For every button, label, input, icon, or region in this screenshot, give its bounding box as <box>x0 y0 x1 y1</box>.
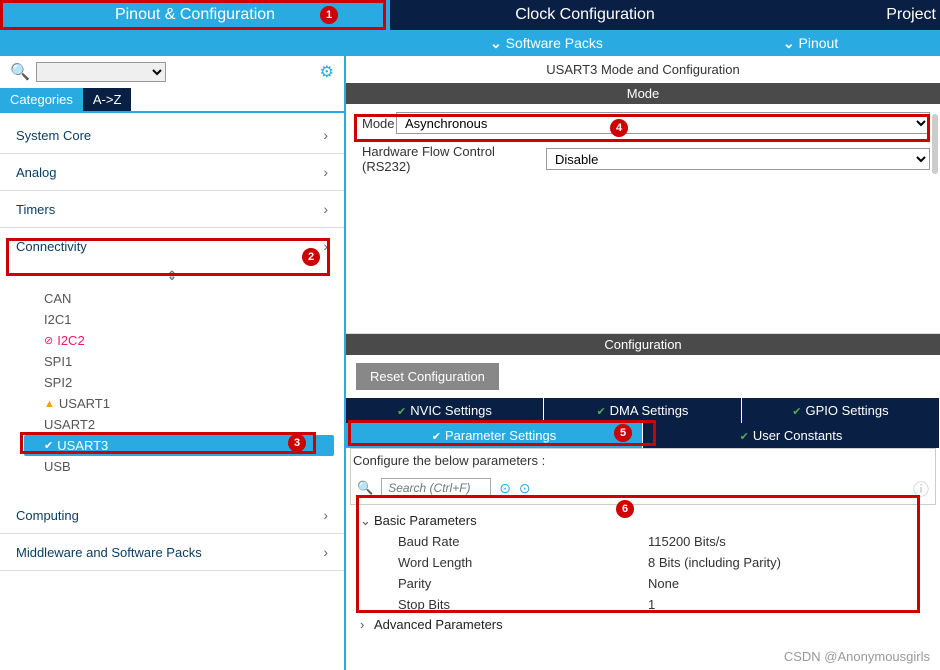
drag-handle-icon[interactable]: ⇕ <box>0 264 344 288</box>
left-pane: 🔍 ⚙ Categories A->Z System Core › Analog ›… <box>0 56 346 670</box>
tab-label: Parameter Settings <box>445 428 556 443</box>
item-label: USART3 <box>57 438 108 453</box>
config-header: Configuration <box>346 334 940 355</box>
category-analog[interactable]: Analog › <box>0 154 344 191</box>
param-name: Baud Rate <box>398 534 648 549</box>
check-icon: ✔ <box>44 439 53 452</box>
forbidden-icon: ⊘ <box>44 334 53 347</box>
tab-dma[interactable]: ✔ DMA Settings <box>544 398 742 423</box>
category-label: Computing <box>16 508 79 523</box>
item-usart1[interactable]: ▲ USART1 <box>44 393 344 414</box>
subnav-software-packs[interactable]: Software Packs <box>490 35 603 52</box>
item-i2c1[interactable]: I2C1 <box>44 309 344 330</box>
check-icon: ✔ <box>432 431 441 443</box>
warning-icon: ▲ <box>44 398 55 410</box>
flow-control-select[interactable]: Disable <box>546 148 930 170</box>
check-icon: ✔ <box>740 431 749 443</box>
category-connectivity[interactable]: Connectivity › <box>0 228 344 264</box>
gear-icon[interactable]: ⚙ <box>320 62 334 82</box>
chevron-down-icon: ⌄ <box>360 513 374 529</box>
tab-project[interactable]: Project <box>780 0 940 30</box>
mode-label: Mode <box>356 116 396 131</box>
top-nav: Pinout & Configuration Clock Configurati… <box>0 0 940 30</box>
param-value: 8 Bits (including Parity) <box>648 555 781 570</box>
item-label: I2C2 <box>57 333 84 348</box>
tab-user-constants[interactable]: ✔ User Constants <box>643 423 940 448</box>
chevron-right-icon: › <box>323 164 328 180</box>
chevron-right-icon: › <box>323 507 328 523</box>
item-i2c2[interactable]: ⊘ I2C2 <box>44 330 344 351</box>
tab-gpio[interactable]: ✔ GPIO Settings <box>742 398 940 423</box>
tab-label: User Constants <box>753 428 843 443</box>
configure-label: Configure the below parameters : <box>350 448 936 472</box>
chevron-right-icon: › <box>323 127 328 143</box>
category-label: Analog <box>16 165 56 180</box>
group-label: Basic Parameters <box>374 513 477 528</box>
tab-pinout-config[interactable]: Pinout & Configuration <box>0 0 390 30</box>
tab-label: DMA Settings <box>610 403 689 418</box>
peripheral-search-select[interactable] <box>36 62 166 82</box>
tab-a-to-z[interactable]: A->Z <box>83 88 132 111</box>
watermark: CSDN @Anonymousgirls <box>784 649 930 664</box>
param-value: None <box>648 576 679 591</box>
chevron-right-icon: › <box>323 238 328 254</box>
reset-config-button[interactable]: Reset Configuration <box>356 363 499 390</box>
search-next-icon[interactable]: ⊙ <box>519 480 531 497</box>
item-can[interactable]: CAN <box>44 288 344 309</box>
flow-control-label: Hardware Flow Control (RS232) <box>356 144 546 174</box>
category-label: Connectivity <box>16 239 87 254</box>
item-usb[interactable]: USB <box>44 456 344 477</box>
tab-categories[interactable]: Categories <box>0 88 83 111</box>
search-icon: 🔍 <box>10 62 30 82</box>
group-advanced-params[interactable]: ›Advanced Parameters <box>360 615 926 634</box>
search-prev-icon[interactable]: ⊙ <box>499 480 511 497</box>
search-icon: 🔍 <box>357 480 373 496</box>
subnav-pinout[interactable]: Pinout <box>783 35 838 52</box>
category-timers[interactable]: Timers › <box>0 191 344 228</box>
param-name: Parity <box>398 576 648 591</box>
check-icon: ✔ <box>596 406 605 418</box>
item-spi2[interactable]: SPI2 <box>44 372 344 393</box>
param-name: Stop Bits <box>398 597 648 612</box>
chevron-right-icon: › <box>360 617 374 632</box>
chevron-right-icon: › <box>323 201 328 217</box>
tab-label: NVIC Settings <box>410 403 492 418</box>
tab-parameter[interactable]: ✔ Parameter Settings <box>346 423 643 448</box>
group-basic-params[interactable]: ⌄Basic Parameters <box>360 511 926 531</box>
scrollbar[interactable] <box>932 114 938 174</box>
tab-label: GPIO Settings <box>805 403 888 418</box>
info-icon[interactable]: ⓘ <box>913 476 929 500</box>
category-middleware[interactable]: Middleware and Software Packs › <box>0 534 344 571</box>
item-spi1[interactable]: SPI1 <box>44 351 344 372</box>
param-name: Word Length <box>398 555 648 570</box>
sub-nav: Software Packs Pinout <box>0 30 940 56</box>
param-parity[interactable]: ParityNone <box>360 573 926 594</box>
tab-nvic[interactable]: ✔ NVIC Settings <box>346 398 544 423</box>
category-computing[interactable]: Computing › <box>0 497 344 534</box>
category-label: Middleware and Software Packs <box>16 545 202 560</box>
category-label: System Core <box>16 128 91 143</box>
item-usart3[interactable]: ✔ USART3 <box>24 435 334 456</box>
param-stop-bits[interactable]: Stop Bits1 <box>360 594 926 615</box>
param-word-length[interactable]: Word Length8 Bits (including Parity) <box>360 552 926 573</box>
item-usart2[interactable]: USART2 <box>44 414 344 435</box>
mode-select[interactable]: Asynchronous <box>396 112 930 134</box>
item-label: USART1 <box>59 396 110 411</box>
peripheral-title: USART3 Mode and Configuration <box>346 56 940 83</box>
category-system-core[interactable]: System Core › <box>0 117 344 154</box>
category-label: Timers <box>16 202 55 217</box>
mode-header: Mode <box>346 83 940 104</box>
chevron-right-icon: › <box>323 544 328 560</box>
group-label: Advanced Parameters <box>374 617 503 632</box>
check-icon: ✔ <box>397 406 406 418</box>
param-value: 1 <box>648 597 655 612</box>
param-baud-rate[interactable]: Baud Rate115200 Bits/s <box>360 531 926 552</box>
check-icon: ✔ <box>792 406 801 418</box>
param-value: 115200 Bits/s <box>648 534 726 549</box>
tab-clock-config[interactable]: Clock Configuration <box>390 0 780 30</box>
right-pane: USART3 Mode and Configuration Mode Mode … <box>346 56 940 670</box>
param-search-input[interactable] <box>381 478 491 498</box>
